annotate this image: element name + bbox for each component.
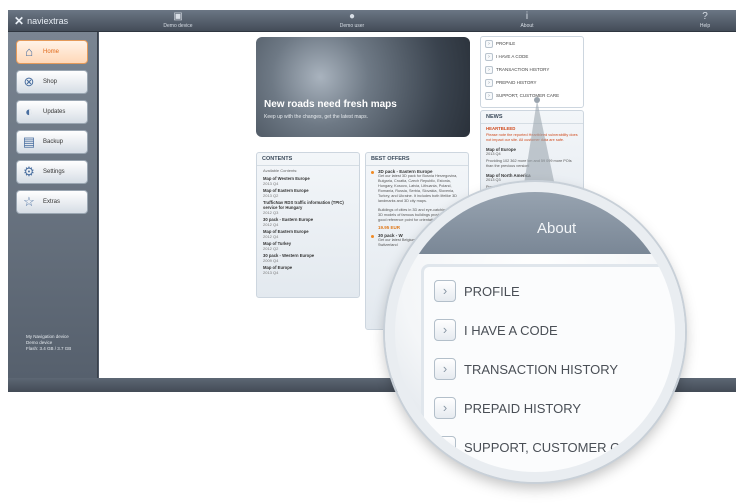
mag-item-label: PROFILE [464,283,520,299]
mag-item-i-have-a-code[interactable]: › I HAVE A CODE [434,318,558,342]
magnifier-callout: About › PROFILE › I HAVE A CODE › TRANSA… [385,182,685,482]
mag-item-support[interactable]: › SUPPORT, CUSTOMER CARE [434,435,646,459]
chevron-right-icon: › [434,280,456,302]
mag-item-label: SUPPORT, CUSTOMER CARE [464,439,647,455]
chevron-right-icon: › [434,319,456,341]
mag-item-label: I HAVE A CODE [464,322,558,338]
chevron-right-icon: › [434,436,456,458]
magnifier-header-title: About [537,220,577,237]
mag-item-prepaid-history[interactable]: › PREPAID HISTORY [434,396,581,420]
mag-item-transaction-history[interactable]: › TRANSACTION HISTORY [434,357,618,381]
magnifier-header: About [395,192,675,254]
mag-item-label: PREPAID HISTORY [464,400,582,416]
chevron-right-icon: › [434,358,456,380]
mag-item-label: TRANSACTION HISTORY [464,361,619,377]
mag-item-profile[interactable]: › PROFILE [434,279,520,303]
chevron-right-icon: › [434,397,456,419]
magnifier-anchor [534,97,540,103]
magnifier-menu: › PROFILE › I HAVE A CODE › TRANSACTION … [421,264,675,472]
